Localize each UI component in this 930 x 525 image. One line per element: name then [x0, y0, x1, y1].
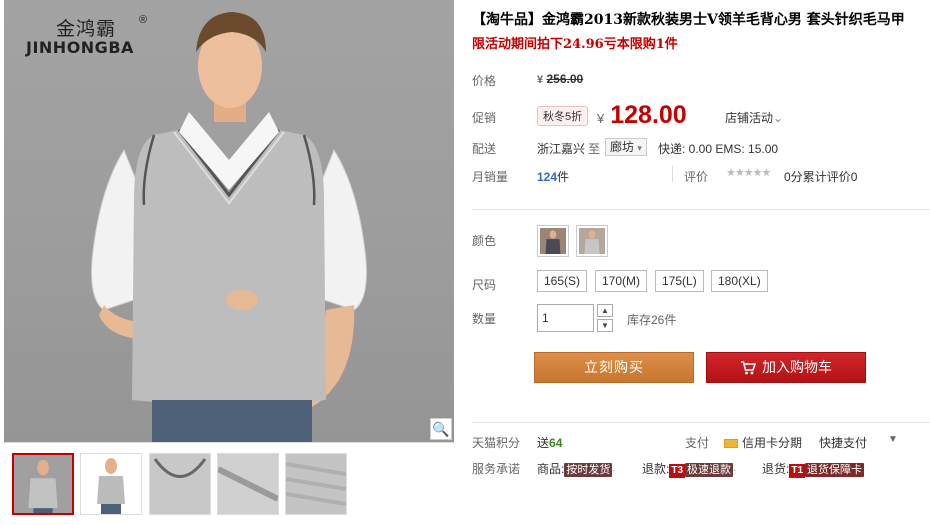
payment-more-icon[interactable]: ▼: [888, 434, 898, 445]
monthly-sales-unit: 件: [557, 170, 570, 184]
rating-stars-icon: ★★★★★: [726, 167, 771, 179]
main-product-photo[interactable]: 金鸿霸 ® JINHONGBA 🔍: [4, 0, 454, 442]
promo-price: ¥128.00: [597, 101, 687, 130]
currency-symbol: ¥: [597, 111, 605, 126]
service-goods-prefix: 商品:: [537, 462, 565, 476]
service-refund[interactable]: 退款: T3 极速退款 ·: [642, 460, 736, 478]
add-to-cart-label: 加入购物车: [762, 359, 832, 375]
thumbnail-2[interactable]: [80, 453, 142, 515]
discount-badge: 秋冬5折: [537, 106, 589, 126]
thumbnail-strip: [4, 442, 454, 525]
credit-installment-link[interactable]: 信用卡分期: [724, 434, 802, 451]
monthly-sales: 124件: [537, 168, 569, 185]
credit-card-icon: [724, 439, 738, 448]
thumbnail-knit-texture-icon: [286, 454, 346, 514]
divider: [672, 166, 673, 182]
monthly-sales-label: 月销量: [472, 170, 509, 184]
service-return[interactable]: 退货: T1 退货保障卡: [762, 460, 865, 478]
review-count: 0: [850, 170, 858, 184]
product-title: 【淘牛品】金鸿霸2013新款秋装男士V领羊毛背心男 套头针织毛马甲: [472, 12, 905, 28]
monthly-sales-count: 124: [537, 170, 558, 184]
thumbnail-front-white-icon: [81, 454, 141, 514]
currency-symbol: ¥: [537, 74, 544, 86]
color-label: 颜色: [472, 234, 497, 248]
registered-mark: ®: [139, 14, 148, 26]
brand-logo: 金鸿霸 ® JINHONGBA: [26, 14, 156, 58]
points-number: 64: [549, 436, 563, 450]
promo-price-value: 128.00: [610, 101, 687, 129]
ship-to-word: 至: [588, 142, 601, 156]
size-label: 尺码: [472, 278, 497, 292]
store-activity-dropdown[interactable]: 店铺活动⌄: [725, 109, 783, 126]
product-gallery: 金鸿霸 ® JINHONGBA 🔍: [4, 0, 454, 525]
thumbnail-front-gray-icon: [14, 455, 72, 513]
thumbnail-3[interactable]: [149, 453, 211, 515]
chevron-down-icon: ⌄: [773, 111, 784, 125]
service-refund-code: T3: [669, 464, 686, 478]
section-divider: [472, 422, 930, 423]
service-goods-tag: 按时发货: [564, 463, 613, 477]
size-option-m[interactable]: 170(M): [595, 270, 648, 292]
thumbnail-4[interactable]: [217, 453, 279, 515]
review-text: 累计评价: [802, 170, 851, 184]
quantity-decrease-icon[interactable]: ▼: [597, 319, 613, 332]
promo-subtitle: 限活动期间拍下24.96亏本限购1件: [472, 37, 678, 52]
quantity-input[interactable]: 1: [537, 304, 594, 332]
size-option-s[interactable]: 165(S): [537, 270, 588, 292]
service-refund-tag: 极速退款: [685, 463, 734, 477]
original-price: ¥ 256.00: [537, 72, 583, 86]
service-label: 服务承诺: [472, 462, 521, 476]
service-return-code: T1: [789, 464, 806, 478]
brand-logo-chinese: 金鸿霸: [56, 18, 117, 40]
service-refund-prefix: 退款:: [642, 462, 670, 476]
destination-city-select[interactable]: 廊坊 ▾: [605, 138, 647, 156]
buy-now-button[interactable]: 立刻购买: [534, 352, 694, 383]
service-return-prefix: 退货:: [762, 462, 790, 476]
promo-label: 促销: [472, 111, 497, 125]
color-swatch-gray-icon: [579, 228, 605, 254]
shipping-fee: 快递: 0.00 EMS: 15.00: [658, 142, 779, 156]
dot-icon: ·: [733, 465, 737, 476]
shipping-label: 配送: [472, 142, 497, 156]
color-swatch-dark-icon: [540, 228, 566, 254]
credit-installment-label: 信用卡分期: [742, 436, 803, 450]
add-to-cart-button[interactable]: 加入购物车: [706, 352, 866, 383]
color-swatch-dark[interactable]: [537, 225, 569, 257]
size-option-xl[interactable]: 180(XL): [711, 270, 768, 292]
product-info-panel: 【淘牛品】金鸿霸2013新款秋装男士V领羊毛背心男 套头针织毛马甲 限活动期间拍…: [472, 0, 930, 525]
stock-count: 库存26件: [627, 313, 677, 327]
model-photo-illustration: [91, 12, 367, 442]
caret-down-icon: ▾: [637, 143, 642, 153]
quantity-increase-icon[interactable]: ▲: [597, 304, 613, 317]
points-prefix: 送: [537, 436, 550, 450]
size-option-l[interactable]: 175(L): [655, 270, 704, 292]
store-activity-label: 店铺活动: [725, 111, 774, 125]
thumbnail-5[interactable]: [285, 453, 347, 515]
thumbnail-collar-detail-icon: [150, 454, 210, 514]
payment-label: 支付: [685, 436, 710, 450]
ship-from: 浙江嘉兴: [537, 142, 586, 156]
destination-city: 廊坊: [610, 140, 635, 154]
service-goods[interactable]: 商品: 按时发货 ·: [537, 460, 616, 477]
section-divider: [472, 209, 930, 210]
review-score: 0分: [784, 170, 803, 184]
original-price-value: 256.00: [546, 72, 584, 86]
price-label: 价格: [472, 74, 497, 88]
quantity-label: 数量: [472, 312, 497, 326]
review-summary[interactable]: 0分累计评价0: [784, 168, 857, 185]
magnifier-icon: 🔍: [432, 420, 450, 437]
zoom-button[interactable]: 🔍: [430, 418, 452, 440]
dot-icon: ·: [612, 465, 616, 476]
brand-logo-english: JINHONGBA: [26, 38, 134, 57]
points-label: 天猫积分: [472, 436, 521, 450]
points-value: 送64: [537, 434, 562, 451]
color-swatch-gray[interactable]: [576, 225, 608, 257]
quick-pay-link[interactable]: 快捷支付: [819, 434, 867, 451]
service-return-tag: 退货保障卡: [805, 463, 865, 477]
cart-icon: [741, 361, 756, 375]
review-label: 评价: [684, 170, 709, 184]
thumbnail-1[interactable]: [12, 453, 74, 515]
thumbnail-hem-detail-icon: [218, 454, 278, 514]
